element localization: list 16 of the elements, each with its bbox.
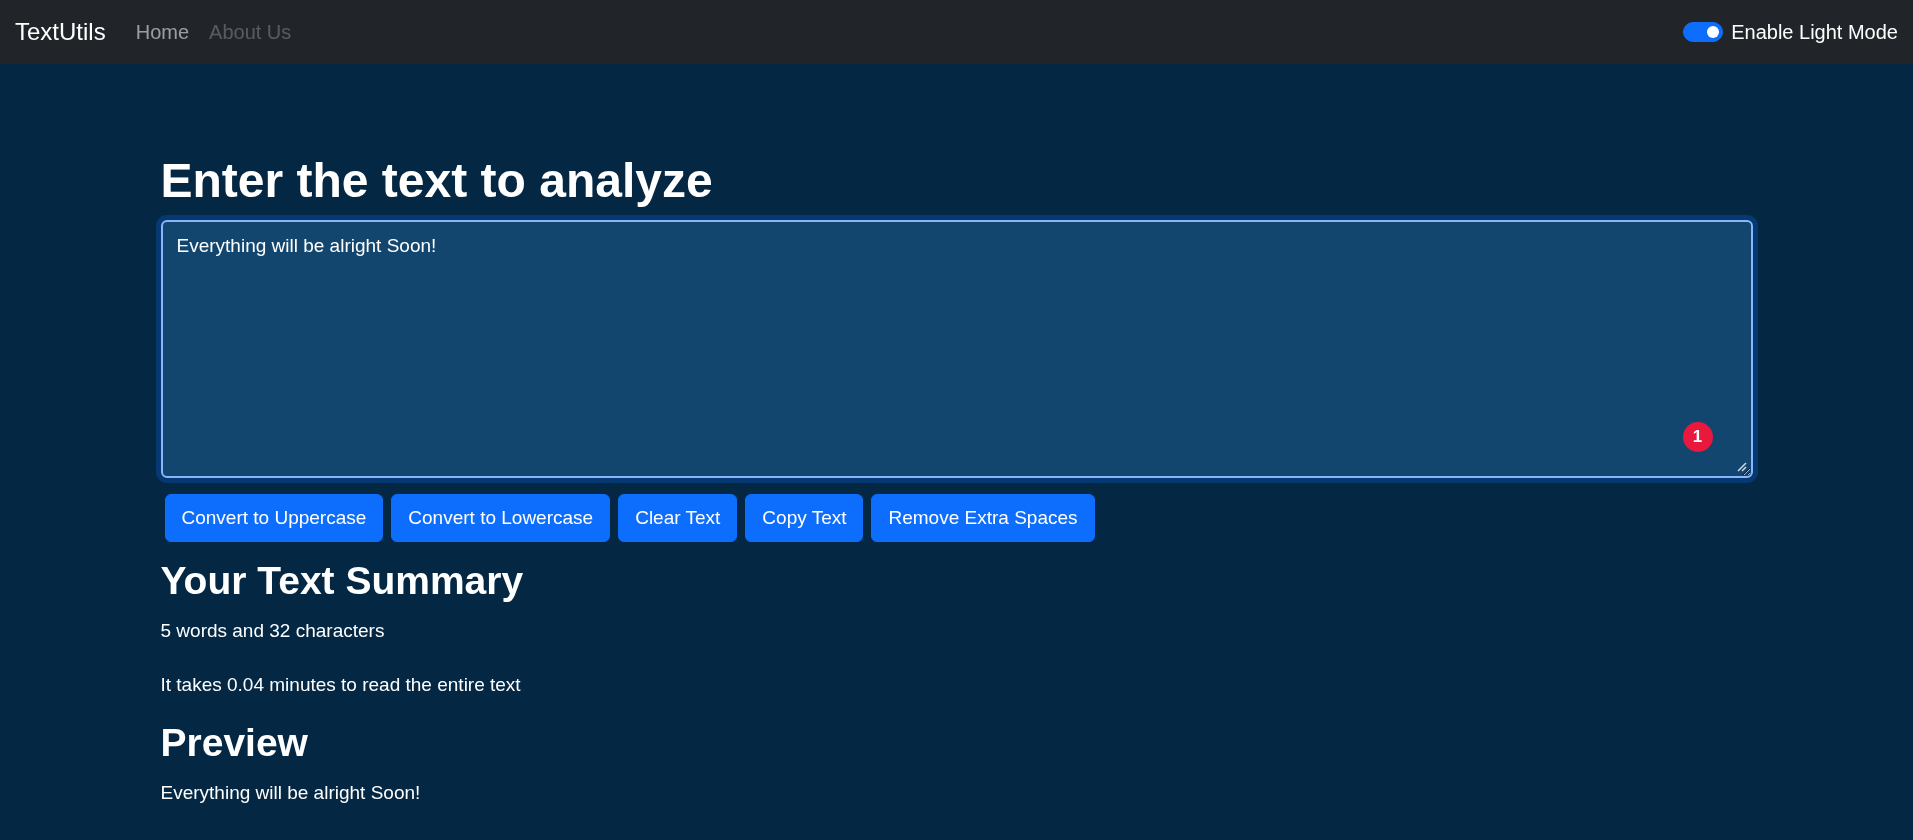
resize-handle-icon[interactable] xyxy=(1736,461,1747,472)
section-heading: Preview xyxy=(160,719,309,766)
nav-link[interactable]: Home xyxy=(125,9,200,55)
action-button[interactable]: Clear Text xyxy=(618,493,738,543)
switch-label: Enable Light Mode xyxy=(1731,20,1898,45)
preview-text: Everything will be alright Soon! xyxy=(160,780,422,805)
brand-link[interactable]: TextUtils xyxy=(15,14,106,50)
toggle-switch[interactable] xyxy=(1683,22,1724,42)
summary-text: It takes 0.04 minutes to read the entire text xyxy=(160,673,522,698)
summary-text: 5 words and 32 characters xyxy=(160,618,386,643)
action-button[interactable]: Remove Extra Spaces xyxy=(871,493,1095,543)
page-heading: Enter the text to analyze xyxy=(160,153,714,209)
section-heading: Your Text Summary xyxy=(160,558,525,605)
action-button[interactable]: Convert to Uppercase xyxy=(164,493,384,543)
action-button[interactable]: Convert to Lowercase xyxy=(391,493,611,543)
action-button[interactable]: Copy Text xyxy=(745,493,864,543)
